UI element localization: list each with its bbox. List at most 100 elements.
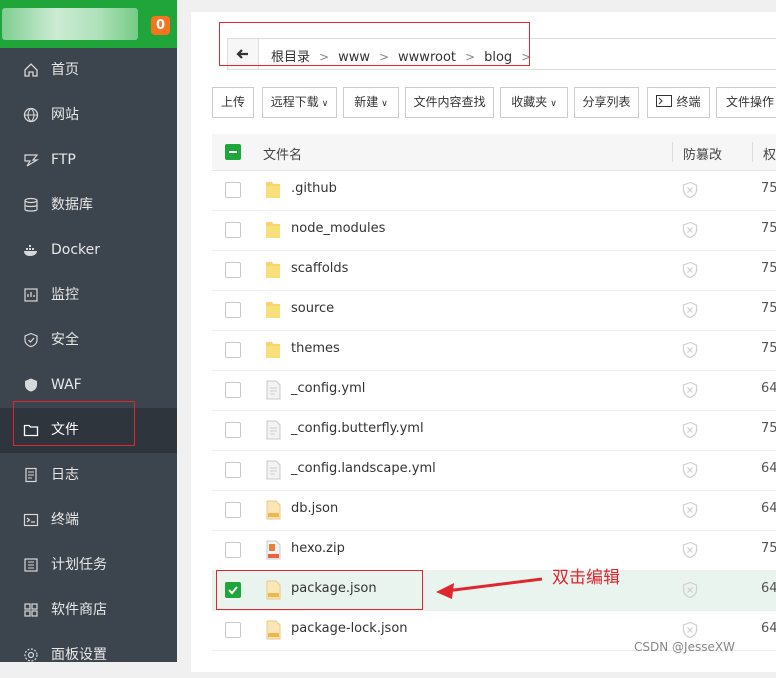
table-row[interactable]: .github 75 xyxy=(212,170,776,211)
table-row[interactable]: _config.butterfly.yml 75 xyxy=(212,410,776,451)
table-row[interactable]: db.json 64 xyxy=(212,490,776,531)
column-header-name[interactable]: 文件名 xyxy=(263,144,302,163)
table-row[interactable]: themes 75 xyxy=(212,330,776,371)
table-row[interactable]: source 75 xyxy=(212,290,776,331)
file-name[interactable]: node_modules xyxy=(291,221,385,236)
file-name[interactable]: .github xyxy=(291,181,337,196)
file-permission[interactable]: 64 xyxy=(761,621,776,636)
file-name[interactable]: package-lock.json xyxy=(291,621,408,636)
sidebar-item[interactable]: 监控 xyxy=(0,273,177,318)
row-checkbox[interactable] xyxy=(225,622,241,638)
tamper-protect-icon[interactable] xyxy=(681,621,699,639)
chevron-down-icon: ∨ xyxy=(321,99,329,109)
file-name[interactable]: _config.yml xyxy=(291,381,365,396)
sidebar-item[interactable]: 安全 xyxy=(0,318,177,363)
sidebar-item[interactable]: 软件商店 xyxy=(0,588,177,633)
file-permission[interactable]: 75 xyxy=(761,221,776,236)
file-permission[interactable]: 75 xyxy=(761,421,776,436)
sidebar-item-label: 监控 xyxy=(51,287,79,303)
tamper-protect-icon[interactable] xyxy=(681,541,699,559)
tamper-protect-icon[interactable] xyxy=(681,421,699,439)
log-icon xyxy=(23,467,39,483)
row-checkbox[interactable] xyxy=(225,222,241,238)
column-header-protect[interactable]: 防篡改 xyxy=(683,144,722,163)
sidebar-item[interactable]: 终端 xyxy=(0,498,177,543)
folder-icon xyxy=(265,220,281,240)
row-checkbox[interactable] xyxy=(225,262,241,278)
file-permission[interactable]: 75 xyxy=(761,341,776,356)
tamper-protect-icon[interactable] xyxy=(681,501,699,519)
table-row[interactable]: _config.landscape.yml 64 xyxy=(212,450,776,491)
row-checkbox[interactable] xyxy=(225,422,241,438)
file-name[interactable]: source xyxy=(291,301,334,316)
file-name[interactable]: _config.butterfly.yml xyxy=(291,421,424,436)
file-permission[interactable]: 64 xyxy=(761,501,776,516)
row-checkbox[interactable] xyxy=(225,302,241,318)
sidebar-item[interactable]: 计划任务 xyxy=(0,543,177,588)
file-ops-button[interactable]: 文件操作 xyxy=(716,87,776,118)
file-name[interactable]: themes xyxy=(291,341,340,356)
table-row[interactable]: hexo.zip 75 xyxy=(212,530,776,571)
remote-download-label: 远程下载 xyxy=(270,95,319,109)
sidebar-item[interactable]: FTP xyxy=(0,138,177,183)
tamper-protect-icon[interactable] xyxy=(681,261,699,279)
sidebar-item[interactable]: 面板设置 xyxy=(0,633,177,678)
folder-icon xyxy=(265,340,281,360)
file-permission[interactable]: 75 xyxy=(761,541,776,556)
sidebar-item[interactable]: 网站 xyxy=(0,93,177,138)
terminal-button[interactable]: 终端 xyxy=(647,87,710,118)
tamper-protect-icon[interactable] xyxy=(681,461,699,479)
row-checkbox[interactable] xyxy=(225,382,241,398)
tamper-protect-icon[interactable] xyxy=(681,341,699,359)
share-list-button[interactable]: 分享列表 xyxy=(574,87,639,118)
sidebar-item-label: 首页 xyxy=(51,62,79,78)
file-permission[interactable]: 64 xyxy=(761,381,776,396)
favorites-button[interactable]: 收藏夹 ∨ xyxy=(500,87,568,118)
sidebar-item-label: 安全 xyxy=(51,332,79,348)
file-name[interactable]: hexo.zip xyxy=(291,541,345,556)
shield-icon xyxy=(23,332,39,348)
row-checkbox[interactable] xyxy=(225,502,241,518)
sidebar-item[interactable]: Docker xyxy=(0,228,177,273)
json-icon xyxy=(265,620,281,640)
sidebar-item[interactable]: 数据库 xyxy=(0,183,177,228)
sidebar-item[interactable]: 首页 xyxy=(0,48,177,93)
annotation-text: 双击编辑 xyxy=(552,568,620,588)
file-permission[interactable]: 75 xyxy=(761,301,776,316)
file-permission[interactable]: 75 xyxy=(761,181,776,196)
sidebar-item-label: 软件商店 xyxy=(51,602,107,618)
upload-label: 上传 xyxy=(220,95,245,109)
sidebar-item-label: 面板设置 xyxy=(51,647,107,663)
new-button[interactable]: 新建 ∨ xyxy=(343,87,399,118)
table-row[interactable]: scaffolds 75 xyxy=(212,250,776,291)
remote-download-button[interactable]: 远程下载 ∨ xyxy=(262,87,337,118)
row-checkbox[interactable] xyxy=(225,462,241,478)
file-name[interactable]: db.json xyxy=(291,501,338,516)
file-permission[interactable]: 64 xyxy=(761,581,776,596)
select-all-checkbox[interactable] xyxy=(225,144,241,160)
watermark: CSDN @JesseXW xyxy=(634,640,735,654)
row-checkbox[interactable] xyxy=(225,342,241,358)
file-name[interactable]: _config.landscape.yml xyxy=(291,461,436,476)
annotation-arrow-icon xyxy=(436,577,543,599)
column-header-permission[interactable]: 权 xyxy=(763,144,776,163)
notification-badge[interactable]: 0 xyxy=(151,16,170,35)
file-name[interactable]: scaffolds xyxy=(291,261,348,276)
tamper-protect-icon[interactable] xyxy=(681,221,699,239)
file-permission[interactable]: 75 xyxy=(761,261,776,276)
row-checkbox[interactable] xyxy=(225,542,241,558)
tamper-protect-icon[interactable] xyxy=(681,381,699,399)
tamper-protect-icon[interactable] xyxy=(681,581,699,599)
tamper-protect-icon[interactable] xyxy=(681,301,699,319)
sidebar: 0 首页 网站 FTP 数据库 Docker 监控 安全 WAF 文件 日志 终端 计划任务 软件商店面… xyxy=(0,0,177,663)
table-row[interactable]: node_modules 75 xyxy=(212,210,776,251)
terminal-icon xyxy=(23,512,39,528)
row-checkbox[interactable] xyxy=(225,182,241,198)
file-permission[interactable]: 64 xyxy=(761,461,776,476)
tamper-protect-icon[interactable] xyxy=(681,181,699,199)
content-search-button[interactable]: 文件内容查找 xyxy=(405,87,494,118)
sidebar-item[interactable]: 日志 xyxy=(0,453,177,498)
upload-button[interactable]: 上传 xyxy=(212,87,254,118)
table-row[interactable]: _config.yml 64 xyxy=(212,370,776,411)
waf-icon xyxy=(23,377,39,393)
